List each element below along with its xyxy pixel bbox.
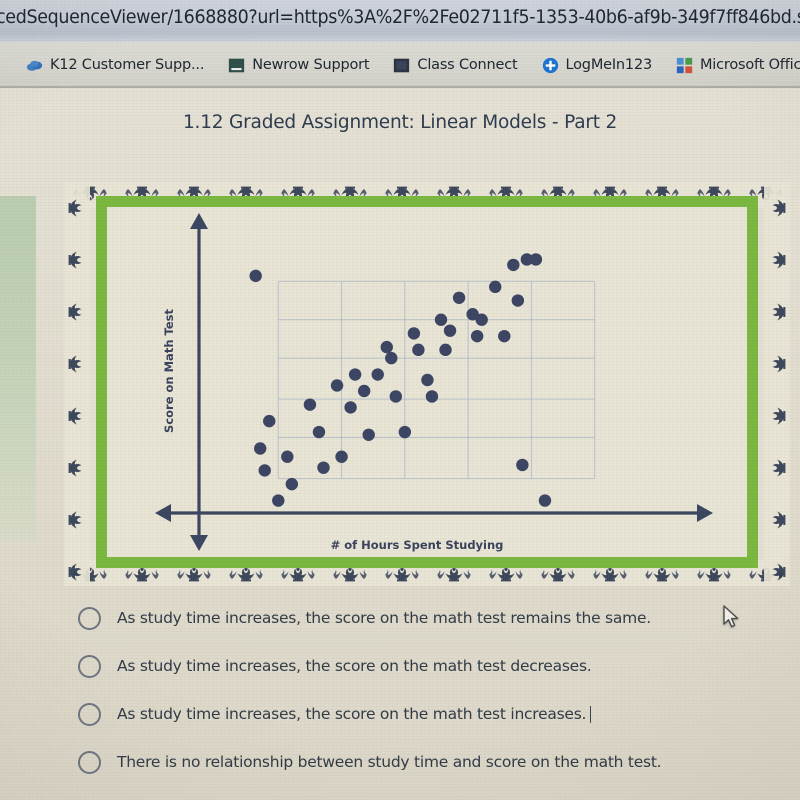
data-point (380, 340, 393, 354)
data-point (498, 329, 511, 343)
plot-axes (155, 213, 713, 551)
dark-navy-square-icon (394, 58, 410, 72)
data-point (312, 425, 326, 439)
browser-chrome: cedSequenceViewer/1668880?url=https%3A%2… (0, 0, 800, 92)
bookmark-label: LogMeIn123 (565, 57, 653, 73)
data-point (434, 313, 448, 326)
answer-choice-a[interactable]: As study time increases, the score on th… (78, 594, 738, 642)
url-text: cedSequenceViewer/1668880?url=https%3A%2… (0, 7, 800, 29)
page-title: 1.12 Graded Assignment: Linear Models - … (182, 112, 618, 133)
radio-button-icon[interactable] (78, 654, 101, 678)
data-point (254, 442, 267, 455)
x-axis-label: # of Hours Spent Studying (331, 538, 504, 552)
data-point (412, 343, 425, 357)
data-point (439, 343, 452, 357)
radio-button-icon[interactable] (78, 606, 101, 630)
ornament-border-left (64, 182, 90, 586)
bookmark-label: Newrow Support (252, 57, 370, 73)
data-point (507, 258, 520, 272)
radio-button-icon[interactable] (78, 750, 101, 774)
data-point (425, 390, 439, 403)
data-point (281, 450, 294, 463)
data-point (421, 373, 434, 387)
ornament-border-right (764, 182, 790, 586)
data-point (489, 280, 502, 294)
page-side-strip (0, 196, 36, 541)
answer-choice-list: As study time increases, the score on th… (78, 594, 738, 786)
data-point (511, 294, 525, 307)
bookmark-label: Microsoft Office 365 (700, 57, 800, 73)
answer-choice-b[interactable]: As study time increases, the score on th… (78, 642, 738, 690)
bookmark-logmein123[interactable]: LogMeIn123 (542, 57, 652, 74)
bookmark-class-connect[interactable]: Class Connect (393, 57, 518, 74)
data-point (470, 329, 484, 343)
data-point (335, 450, 348, 463)
data-point (330, 379, 344, 392)
data-point (317, 461, 330, 474)
dark-teal-square-icon (229, 58, 245, 72)
data-point (344, 401, 357, 414)
answer-choice-d[interactable]: There is no relationship between study t… (78, 738, 738, 786)
data-point (285, 477, 299, 491)
screenshot-root: cedSequenceViewer/1668880?url=https%3A%2… (0, 0, 800, 800)
scatter-plot: Score on Math Test # of Hours Spent Stud… (155, 213, 713, 552)
data-point (371, 368, 384, 381)
data-point (475, 313, 488, 326)
radio-button-icon[interactable] (78, 702, 101, 726)
plot-gridlines (277, 280, 596, 480)
bookmark-microsoft-office-365[interactable]: Microsoft Office 365 (676, 57, 800, 74)
data-point (303, 398, 317, 411)
data-point (389, 390, 402, 403)
bookmark-label: Class Connect (417, 57, 518, 73)
data-point (272, 494, 285, 507)
address-bar[interactable]: cedSequenceViewer/1668880?url=https%3A%2… (0, 0, 800, 42)
answer-choice-c[interactable]: As study time increases, the score on th… (78, 690, 738, 738)
green-image-frame: Score on Math Test # of Hours Spent Stud… (96, 196, 758, 568)
data-point (362, 428, 375, 441)
data-point (385, 351, 398, 365)
data-point (538, 494, 552, 507)
answer-choice-label: As study time increases, the score on th… (117, 705, 592, 723)
data-point (258, 464, 271, 477)
bookmarks-bar: K12 Customer Supp... Newrow Support Clas… (0, 42, 800, 88)
figure-container: Score on Math Test # of Hours Spent Stud… (64, 182, 790, 586)
data-point (398, 425, 412, 439)
bookmark-label: K12 Customer Supp... (50, 57, 205, 73)
bookmark-newrow-support[interactable]: Newrow Support (228, 57, 370, 74)
data-point (443, 324, 457, 337)
blue-cloud-icon (26, 60, 43, 71)
plot-data-points (249, 253, 552, 507)
data-point (263, 414, 276, 428)
data-point (357, 384, 371, 398)
microsoft-logo-icon (676, 57, 693, 73)
data-point (452, 291, 466, 304)
bookmark-k12-customer-support[interactable]: K12 Customer Supp... (26, 57, 204, 74)
answer-choice-label: There is no relationship between study t… (117, 753, 662, 771)
answer-choice-label: As study time increases, the score on th… (117, 609, 651, 627)
answer-choice-label: As study time increases, the score on th… (117, 657, 592, 675)
data-point (529, 253, 543, 266)
data-point (516, 458, 529, 472)
mouse-cursor-icon (723, 605, 739, 628)
data-point (249, 269, 262, 283)
data-point (348, 368, 362, 381)
data-point (407, 327, 421, 340)
y-axis-label: Score on Math Test (162, 309, 176, 433)
blue-plus-circle-icon (542, 57, 558, 73)
